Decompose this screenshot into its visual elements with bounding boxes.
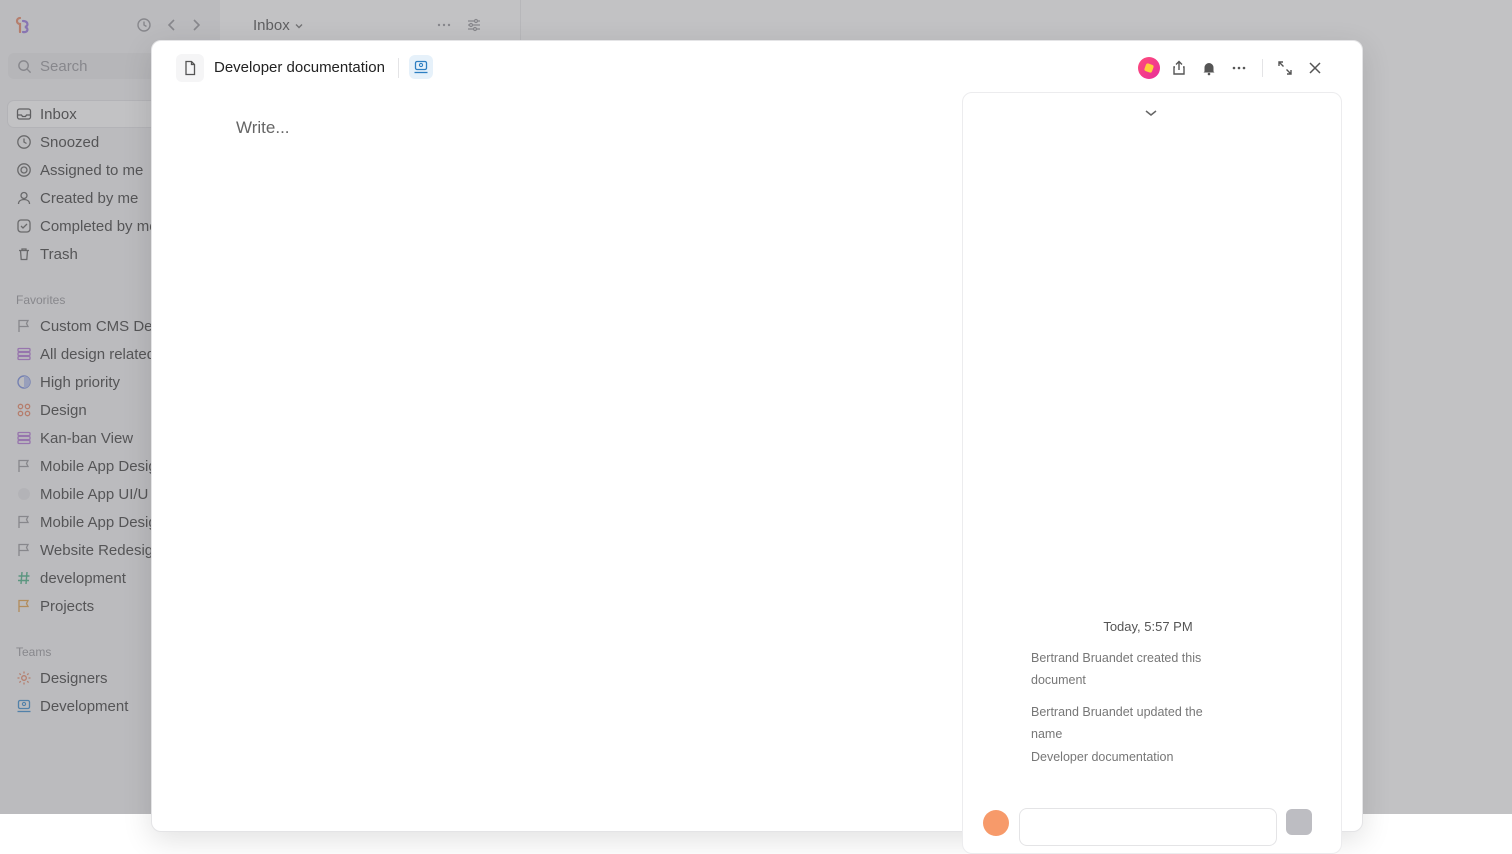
activity-entry-new-name: Developer documentation (1031, 750, 1174, 764)
activity-panel: Today, 5:57 PM Bertrand Bruandet created… (962, 92, 1342, 854)
more-icon[interactable] (1230, 59, 1248, 77)
user-avatar[interactable] (1138, 57, 1160, 79)
document-icon[interactable] (176, 54, 204, 82)
file-icon (185, 60, 196, 76)
expand-icon[interactable] (1276, 59, 1294, 77)
divider (1262, 59, 1263, 77)
bell-icon[interactable] (1200, 59, 1218, 77)
document-body-editor[interactable]: Write... (236, 118, 290, 138)
divider (398, 58, 399, 78)
share-icon[interactable] (1170, 59, 1188, 77)
activity-timestamp: Today, 5:57 PM (1103, 619, 1193, 634)
document-title[interactable]: Developer documentation (214, 59, 385, 76)
close-icon[interactable] (1306, 59, 1324, 77)
activity-entry: Bertrand Bruandet created this document (1031, 651, 1202, 687)
document-modal: Developer documentation Write... Today, … (151, 40, 1363, 854)
send-button[interactable] (1286, 809, 1312, 835)
chevron-down-icon[interactable] (1143, 107, 1159, 119)
monitor-icon (414, 60, 428, 74)
activity-entry: Bertrand Bruandet updated the name (1031, 705, 1203, 741)
team-badge[interactable] (409, 55, 433, 79)
